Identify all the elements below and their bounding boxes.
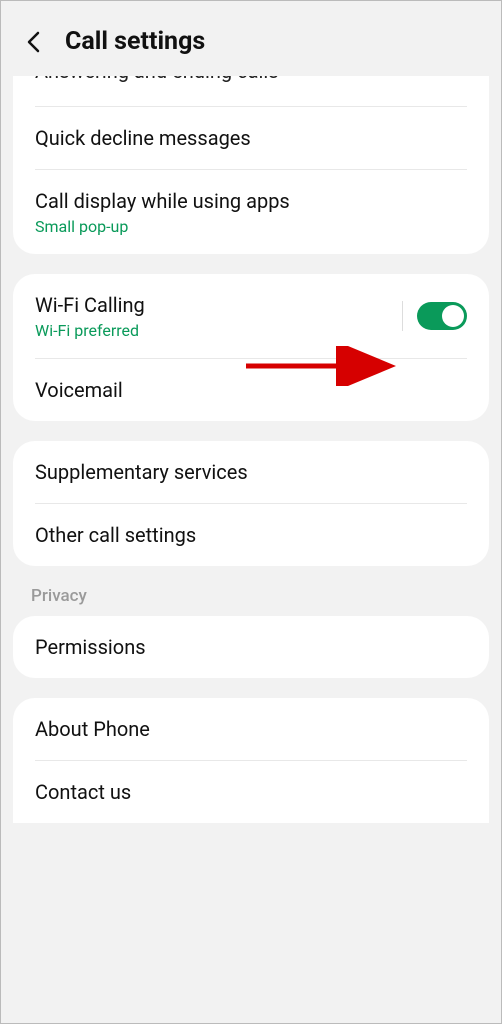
header: Call settings [1, 1, 501, 76]
wifi-calling-toggle[interactable] [417, 302, 467, 330]
item-label: About Phone [35, 716, 467, 742]
item-sublabel: Wi-Fi preferred [35, 321, 402, 340]
item-label: Supplementary services [35, 459, 467, 485]
item-quick-decline[interactable]: Quick decline messages [13, 107, 489, 169]
toggle-wrap [402, 301, 467, 331]
page-title: Call settings [65, 27, 205, 56]
settings-group-5: About Phone Contact us [13, 698, 489, 823]
toggle-divider [402, 301, 403, 331]
item-about-phone[interactable]: About Phone [13, 698, 489, 760]
item-other-call[interactable]: Other call settings [13, 504, 489, 566]
item-contact-us[interactable]: Contact us [13, 761, 489, 823]
back-icon[interactable] [21, 30, 45, 54]
item-label: Quick decline messages [35, 125, 467, 151]
item-label: Other call settings [35, 522, 467, 548]
item-supplementary[interactable]: Supplementary services [13, 441, 489, 503]
item-label: Call display while using apps [35, 188, 467, 214]
settings-group-1: Answering and ending calls Quick decline… [13, 76, 489, 254]
item-label: Permissions [35, 634, 467, 660]
item-voicemail[interactable]: Voicemail [13, 359, 489, 421]
item-call-display[interactable]: Call display while using apps Small pop-… [13, 170, 489, 254]
settings-group-3: Supplementary services Other call settin… [13, 441, 489, 566]
item-sublabel: Small pop-up [35, 217, 467, 236]
item-label: Contact us [35, 779, 467, 805]
settings-group-4: Permissions [13, 616, 489, 678]
toggle-knob [442, 305, 464, 327]
section-label-privacy: Privacy [1, 586, 501, 616]
item-permissions[interactable]: Permissions [13, 616, 489, 678]
item-answering[interactable]: Answering and ending calls [13, 76, 489, 106]
item-label: Answering and ending calls [35, 76, 279, 84]
item-label: Voicemail [35, 377, 467, 403]
item-label: Wi-Fi Calling [35, 292, 402, 318]
item-wifi-calling[interactable]: Wi-Fi Calling Wi-Fi preferred [13, 274, 489, 358]
settings-group-2: Wi-Fi Calling Wi-Fi preferred Voicemail [13, 274, 489, 421]
